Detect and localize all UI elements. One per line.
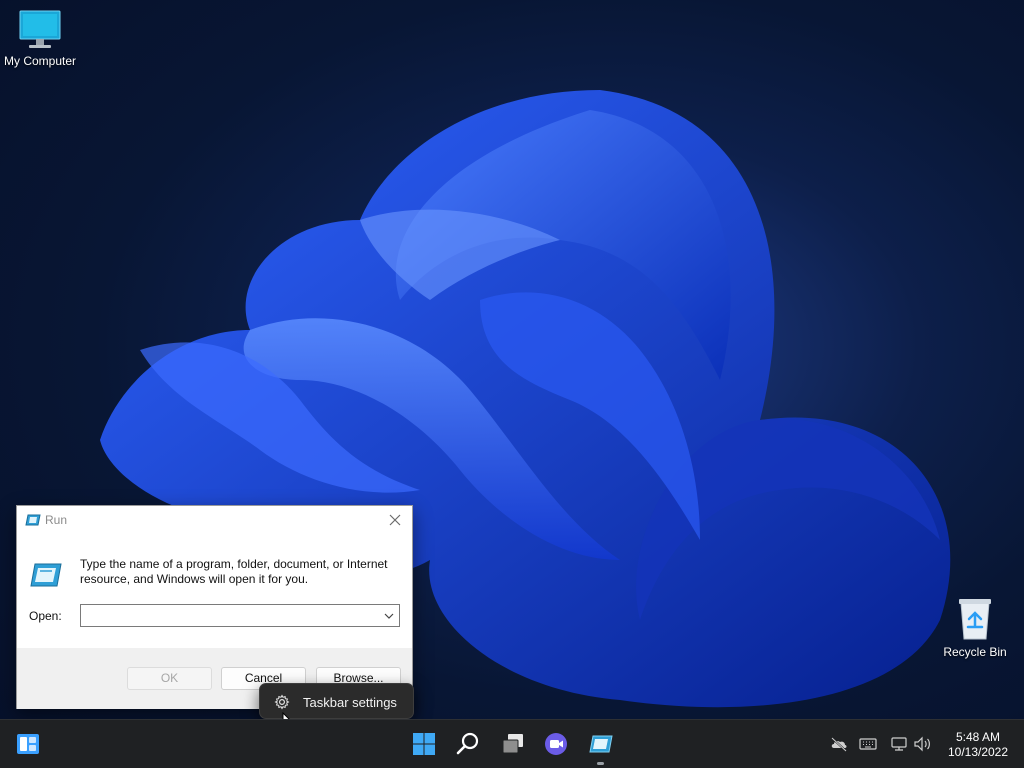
run-dialog-title: Run [45, 513, 68, 527]
run-icon [25, 514, 41, 526]
run-app-icon[interactable] [584, 728, 616, 760]
clock-time: 5:48 AM [955, 730, 1001, 744]
run-dialog-titlebar[interactable]: Run [17, 506, 412, 534]
widgets-icon[interactable] [12, 728, 44, 760]
network-icon[interactable] [890, 736, 908, 752]
desktop-icon-my-computer[interactable]: My Computer [0, 10, 80, 68]
taskbar: 5:48 AM 10/13/2022 [0, 719, 1024, 768]
close-icon[interactable] [384, 510, 406, 530]
clock[interactable]: 5:48 AM 10/13/2022 [940, 730, 1016, 760]
open-combobox[interactable] [80, 604, 400, 627]
computer-icon [19, 10, 61, 48]
clock-date: 10/13/2022 [947, 745, 1009, 759]
recycle-bin-icon [959, 599, 991, 640]
run-dialog-description: Type the name of a program, folder, docu… [80, 557, 388, 586]
cloud-offline-icon[interactable] [830, 736, 848, 752]
meet-icon[interactable] [540, 728, 572, 760]
running-indicator [597, 762, 604, 765]
chevron-down-icon[interactable] [379, 605, 399, 626]
open-input[interactable] [83, 606, 375, 625]
desktop-icon-label: Recycle Bin [943, 645, 1007, 659]
gear-icon [274, 694, 290, 710]
search-icon[interactable] [452, 728, 484, 760]
menu-item-label: Taskbar settings [303, 695, 397, 710]
keyboard-icon[interactable] [859, 736, 877, 752]
start-icon[interactable] [408, 728, 440, 760]
ok-button[interactable]: OK [127, 667, 212, 690]
desktop-icon-recycle-bin[interactable]: Recycle Bin [935, 597, 1015, 659]
desktop-icon-label: My Computer [3, 54, 77, 68]
run-dialog: Run Type the name of a program, folder, … [16, 505, 413, 709]
volume-icon[interactable] [913, 736, 933, 752]
run-large-icon [30, 563, 62, 587]
task-view-icon[interactable] [497, 728, 529, 760]
open-label: Open: [29, 609, 62, 623]
